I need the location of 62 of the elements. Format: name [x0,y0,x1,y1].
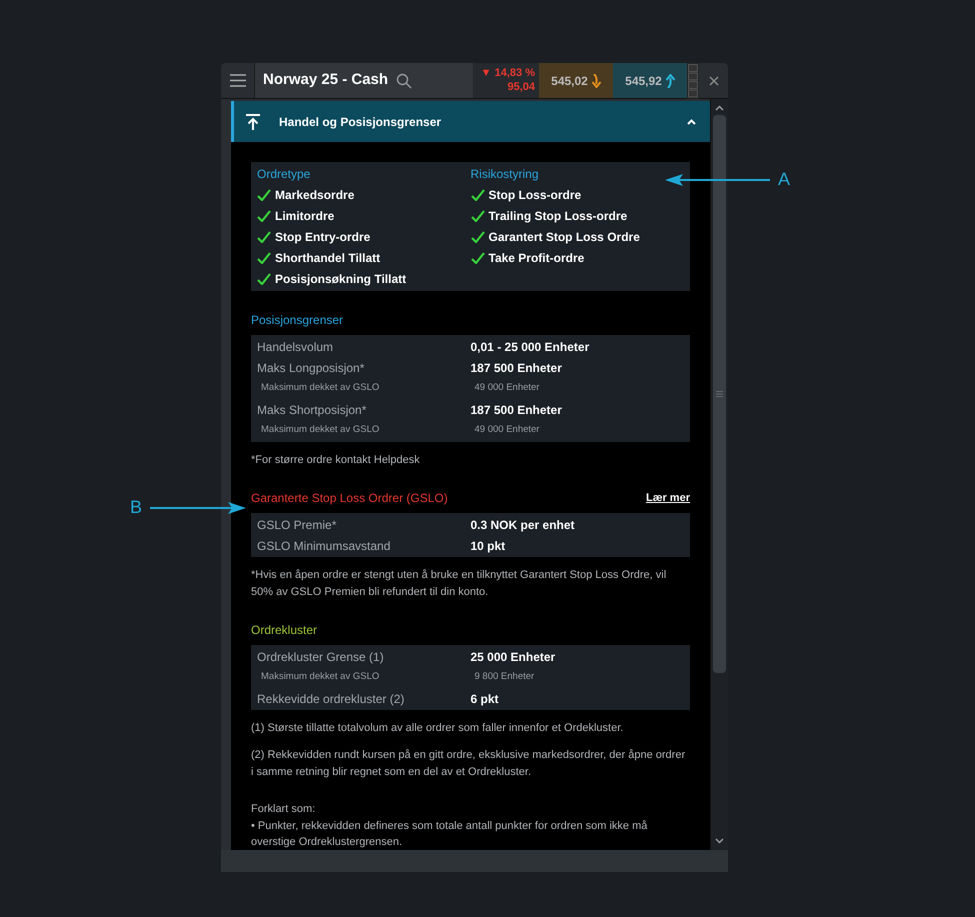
table-cell-text: Maksimum dekket av GSLO [260,670,380,684]
arrow-up-icon [666,74,675,88]
scrollbar-thumb[interactable] [713,115,726,673]
chevron-up-icon [687,118,696,124]
table-cell-text: 49 000 Enheter [474,423,540,438]
change-percent: ▼ 14,83 % [480,66,535,80]
table-cell-text: GSLO Premie* [257,516,338,534]
feature-label: Take Profit-ordre [488,250,584,266]
annotation-label: B [130,496,142,519]
feature-label: Garantert Stop Loss Ordre [488,228,640,246]
layout-grid-icon[interactable] [687,63,699,99]
table-cell-text: 25 000 Enheter [470,648,556,666]
section-header[interactable]: Handel og Posisjonsgrenser [231,101,710,142]
footnote: (1) Største tillatte totalvolum av alle ordrer som faller innenfor et Ordekluster. [251,721,624,736]
feature-label: Stop Loss-ordre [488,186,582,204]
table-cell-text: Handelsvolum [257,338,334,356]
feature-label: Trailing Stop Loss-ordre [488,208,628,224]
arrow-down-icon [592,74,601,88]
explanation-title: Forklart som: [251,802,316,817]
table-cell-text: 187 500 Enheter [470,402,563,418]
instrument-title: Norway 25 - Cash [263,70,388,90]
table-cell-text: Maksimum dekket av GSLO [260,381,380,396]
group-heading: Garanterte Stop Loss Ordrer (GSLO) [251,490,448,507]
footnote: *For større ordre kontakt Helpdesk [251,453,421,468]
arrow-icon [150,502,246,514]
table-cell-text: 9 800 Enheter [474,670,536,684]
table-cell-text: Ordrekluster Grense (1) [257,648,385,666]
table-cell-text: 10 pkt [470,538,506,554]
group-heading: Posisjonsgrenser [251,312,344,329]
upload-icon [246,114,260,130]
sell-price-button[interactable]: 545,02 [539,63,613,98]
table-cell-text: Rekkevidde ordrekluster (2) [257,690,406,708]
arrow-icon [665,174,770,186]
grip-icon [716,391,723,397]
annotation-label: A [778,168,790,191]
explanation-bullet: • Punkter, rekkevidden defineres som totale antall punkter for ordren som ikke må overstige Ordreklustergrensen. [251,819,648,850]
group-heading: Ordrekluster [251,622,318,639]
change-points: 95,04 [507,80,535,94]
table-cell-text: Maksimum dekket av GSLO [260,423,380,438]
table-cell-text: 6 pkt [470,690,500,708]
table-cell-text: Maks Shortposisjon* [257,402,368,418]
learn-more-link[interactable]: Lær mer [646,490,690,506]
feature-label: Posisjonsøkning Tillatt [275,270,406,288]
feature-label: Markedsordre [275,186,354,204]
footnote: (2) Rekkevidden rundt kursen på en gitt ordre, eksklusive markedsordrer, der åpne ordrer i samme retning blir regnet som en del av et Ordrekluster. [251,748,686,780]
table-cell-text: 0,01 - 25 000 Enheter [470,338,590,356]
table-cell-text: 187 500 Enheter [470,360,563,376]
menu-icon [230,74,246,87]
table-cell-text: 0.3 NOK per enhet [470,516,576,534]
table-cell-text: GSLO Minimumsavstand [257,538,392,554]
feature-label: Limitordre [275,208,334,224]
table-cell-text: 49 000 Enheter [474,381,540,396]
table-cell-text: Maks Longposisjon* [257,360,366,376]
feature-label: Shorthandel Tillatt [275,250,380,266]
buy-price-button[interactable]: 545,92 [613,63,687,98]
close-icon [708,76,718,86]
feature-heading: Risikostyring [470,166,540,183]
feature-label: Stop Entry-ordre [275,228,370,246]
footnote: *Hvis en åpen ordre er stengt uten å bruke en tilknyttet Garantert Stop Loss Ordre, vil 50% av GSLO Premien bli refundert til din konto. [251,568,668,600]
search-icon[interactable] [396,72,412,88]
feature-heading: Ordretype [257,166,312,183]
scrollbar[interactable] [710,99,728,850]
